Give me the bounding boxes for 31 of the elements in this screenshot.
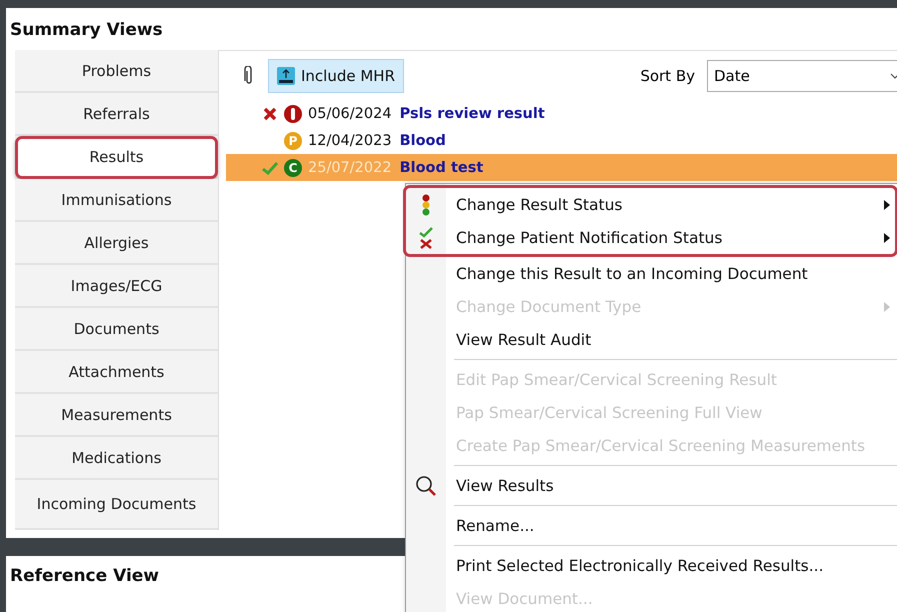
paperclip-icon[interactable] <box>244 66 254 86</box>
result-row[interactable]: P 12/04/2023 Blood <box>226 127 897 154</box>
result-date: 25/07/2022 <box>308 160 392 176</box>
sort-label: Sort By <box>640 67 695 85</box>
check-cross-icon <box>419 226 433 248</box>
menu-item[interactable]: Change Patient Notification Status <box>406 221 895 254</box>
alert-icon <box>284 104 302 122</box>
result-date: 05/06/2024 <box>308 106 392 122</box>
result-date: 12/04/2023 <box>308 132 392 148</box>
menu-item[interactable]: Change this Result to an Incoming Document <box>406 257 897 290</box>
menu-item[interactable]: View Results <box>406 469 897 502</box>
menu-item[interactable]: View Result Audit <box>406 323 897 356</box>
menu-item[interactable]: Rename... <box>406 509 897 542</box>
result-row[interactable]: 05/06/2024 Psls review result <box>226 100 897 127</box>
panel-title: Summary Views <box>9 19 164 42</box>
sidebar-tab[interactable]: Results <box>15 136 218 179</box>
status-badge: C <box>284 158 302 176</box>
search-icon <box>415 474 437 496</box>
menu-item[interactable]: Print Selected Electronically Received Results... <box>406 549 897 582</box>
include-mhr-button[interactable]: Include MHR <box>268 59 404 93</box>
result-title: Psls review result <box>400 106 545 122</box>
result-row[interactable]: C 25/07/2022 Blood test <box>226 154 897 181</box>
panel-title: Reference View <box>10 566 160 586</box>
result-title: Blood <box>400 132 446 148</box>
sort-dropdown[interactable]: Date <box>707 60 897 92</box>
chevron-icon <box>890 73 897 79</box>
result-title: Blood test <box>400 160 484 176</box>
menu-item[interactable]: Change Result Status <box>406 188 895 221</box>
status-badge: P <box>284 132 302 150</box>
traffic-light-icon <box>422 194 430 216</box>
mhr-icon <box>277 67 295 85</box>
